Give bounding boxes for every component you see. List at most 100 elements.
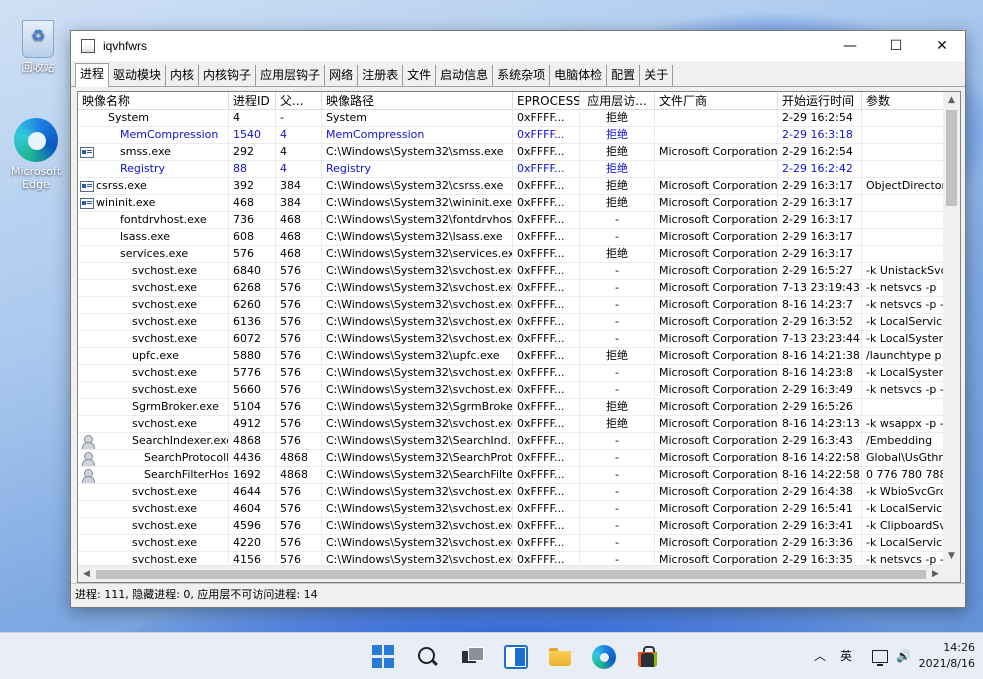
cell-eproc: 0xFFFF...	[513, 229, 580, 245]
cell-args	[862, 127, 944, 143]
horizontal-scrollbar[interactable]: ◀ ▶	[78, 565, 944, 582]
table-row[interactable]: SearchIndexer.exe 4868 576 C:\Windows\Syste…	[78, 433, 944, 450]
tab-0[interactable]: 进程	[75, 63, 110, 87]
process-name: SearchFilterHost...	[144, 468, 228, 481]
column-header-1[interactable]: 进程ID	[229, 92, 276, 109]
cell-ppid: 576	[276, 433, 322, 449]
table-row[interactable]: svchost.exe 4604 576 C:\Windows\System32\sv…	[78, 501, 944, 518]
table-row[interactable]: svchost.exe 6072 576 C:\Windows\System32\sv…	[78, 331, 944, 348]
cell-access: 拒绝	[580, 110, 655, 126]
input-language[interactable]: 英	[840, 633, 852, 679]
table-row[interactable]: services.exe 576 468 C:\Windows\System32\se…	[78, 246, 944, 263]
widgets-icon[interactable]	[504, 645, 528, 669]
tray-chevron-icon[interactable]: ︿	[814, 633, 826, 679]
cell-path: System	[322, 110, 513, 126]
column-header-0[interactable]: 映像名称	[78, 92, 229, 109]
table-row[interactable]: svchost.exe 6136 576 C:\Windows\System32\sv…	[78, 314, 944, 331]
tab-9[interactable]: 系统杂项	[493, 65, 551, 86]
table-row[interactable]: svchost.exe 6260 576 C:\Windows\System32\sv…	[78, 297, 944, 314]
cell-start: 2-29 16:3:18	[778, 127, 862, 143]
tab-2[interactable]: 内核	[166, 65, 200, 86]
process-name: SearchIndexer.exe	[132, 434, 229, 447]
cell-args: -k netsvcs -p -...	[862, 382, 944, 398]
tab-4[interactable]: 应用层钩子	[256, 65, 326, 86]
cell-args: -k LocalSystem...	[862, 365, 944, 381]
table-row[interactable]: svchost.exe 6840 576 C:\Windows\System32\sv…	[78, 263, 944, 280]
scroll-right-icon[interactable]: ▶	[927, 566, 944, 582]
store-icon[interactable]	[636, 645, 660, 669]
table-row[interactable]: csrss.exe 392 384 C:\Windows\System32\csrss…	[78, 178, 944, 195]
tab-6[interactable]: 注册表	[358, 65, 404, 86]
table-row[interactable]: svchost.exe 4220 576 C:\Windows\System32\sv…	[78, 535, 944, 552]
table-row[interactable]: MemCompression 1540 4 MemCompression 0xFFFF.…	[78, 127, 944, 144]
table-row[interactable]: System 4- System 0xFFFF... 拒绝 2-29 16:2:54	[78, 110, 944, 127]
tab-1[interactable]: 驱动模块	[109, 65, 167, 86]
tab-11[interactable]: 配置	[607, 65, 641, 86]
tab-7[interactable]: 文件	[403, 65, 437, 86]
cell-start: 2-29 16:5:27	[778, 263, 862, 279]
scroll-down-icon[interactable]: ▼	[943, 548, 960, 565]
table-row[interactable]: svchost.exe 5776 576 C:\Windows\System32\sv…	[78, 365, 944, 382]
app-icon	[81, 39, 95, 53]
cell-vendor: Microsoft Corporation	[655, 467, 778, 483]
close-button[interactable]: ✕	[919, 31, 965, 61]
volume-icon[interactable]: 🔊	[896, 633, 911, 679]
tab-12[interactable]: 关于	[640, 65, 674, 86]
cell-eproc: 0xFFFF...	[513, 246, 580, 262]
maximize-button[interactable]: ☐	[873, 31, 919, 61]
table-row[interactable]: fontdrvhost.exe 736 468 C:\Windows\System32…	[78, 212, 944, 229]
tab-8[interactable]: 启动信息	[436, 65, 494, 86]
scroll-up-icon[interactable]: ▲	[943, 92, 960, 109]
scroll-left-icon[interactable]: ◀	[78, 566, 95, 582]
table-row[interactable]: SearchProtocolH...44364868C:\Windows\Sys…	[78, 450, 944, 467]
table-row[interactable]: svchost.exe 4596 576 C:\Windows\System32\sv…	[78, 518, 944, 535]
column-header-8[interactable]: 参数	[862, 92, 944, 109]
table-row[interactable]: wininit.exe 468 384 C:\Windows\System32\win…	[78, 195, 944, 212]
scroll-corner	[943, 565, 960, 582]
table-row[interactable]: SearchFilterHost...16924868C:\Windows\Sy…	[78, 467, 944, 484]
clock[interactable]: 14:26 2021/8/16	[919, 640, 975, 672]
table-row[interactable]: svchost.exe 6268 576 C:\Windows\System32\sv…	[78, 280, 944, 297]
column-header-2[interactable]: 父...	[276, 92, 322, 109]
cell-pid: 5880	[229, 348, 276, 364]
vertical-scrollbar[interactable]: ▲ ▼	[943, 92, 960, 565]
column-header-3[interactable]: 映像路径	[322, 92, 513, 109]
table-row[interactable]: SgrmBroker.exe 5104 576 C:\Windows\System32…	[78, 399, 944, 416]
cell-ppid: 576	[276, 518, 322, 534]
file-explorer-icon[interactable]	[548, 645, 572, 669]
minimize-button[interactable]: —	[827, 31, 873, 61]
column-header-6[interactable]: 文件厂商	[655, 92, 778, 109]
table-row[interactable]: svchost.exe 4644 576 C:\Windows\System32\sv…	[78, 484, 944, 501]
vertical-scroll-thumb[interactable]	[946, 110, 957, 206]
column-header-5[interactable]: 应用层访...	[580, 92, 655, 109]
horizontal-scroll-thumb[interactable]	[96, 570, 926, 579]
task-view-icon[interactable]	[460, 645, 484, 669]
network-icon[interactable]	[872, 650, 888, 666]
table-row[interactable]: smss.exe 292 4 C:\Windows\System32\smss.exe…	[78, 144, 944, 161]
tab-3[interactable]: 内核钩子	[199, 65, 257, 86]
cell-path: C:\Windows\System32\wininit.exe	[322, 195, 513, 211]
search-icon[interactable]	[416, 645, 440, 669]
edge-icon[interactable]	[592, 645, 616, 669]
table-row[interactable]: svchost.exe 5660 576 C:\Windows\System32\sv…	[78, 382, 944, 399]
table-row[interactable]: upfc.exe 5880 576 C:\Windows\System32\upfc.…	[78, 348, 944, 365]
desktop-icon-edge[interactable]: Microsoft Edge	[6, 118, 66, 191]
desktop-icon-recycle-bin[interactable]: 回收站	[8, 20, 68, 74]
tab-5[interactable]: 网络	[325, 65, 359, 86]
start-icon[interactable]	[372, 645, 396, 669]
cell-args	[862, 229, 944, 245]
cell-path: C:\Windows\System32\smss.exe	[322, 144, 513, 160]
cell-pid: 6136	[229, 314, 276, 330]
column-header-4[interactable]: EPROCESS	[513, 92, 580, 109]
column-header-7[interactable]: 开始运行时间	[778, 92, 862, 109]
cell-args	[862, 110, 944, 126]
table-row[interactable]: lsass.exe 608 468 C:\Windows\System32\lsass…	[78, 229, 944, 246]
cell-pid: 576	[229, 246, 276, 262]
tab-10[interactable]: 电脑体检	[550, 65, 608, 86]
title-bar[interactable]: iqvhfwrs — ☐ ✕	[71, 31, 965, 61]
cell-ppid: 468	[276, 229, 322, 245]
table-row[interactable]: svchost.exe 4912 576 C:\Windows\System32\sv…	[78, 416, 944, 433]
table-row[interactable]: Registry 88 4 Registry 0xFFFF... 拒绝 2-29 16:2:…	[78, 161, 944, 178]
column-header: 映像名称 进程ID 父... 映像路径 EPROCESS 应用层访... 文件厂商 开始运行时…	[78, 92, 960, 110]
cell-eproc: 0xFFFF...	[513, 382, 580, 398]
